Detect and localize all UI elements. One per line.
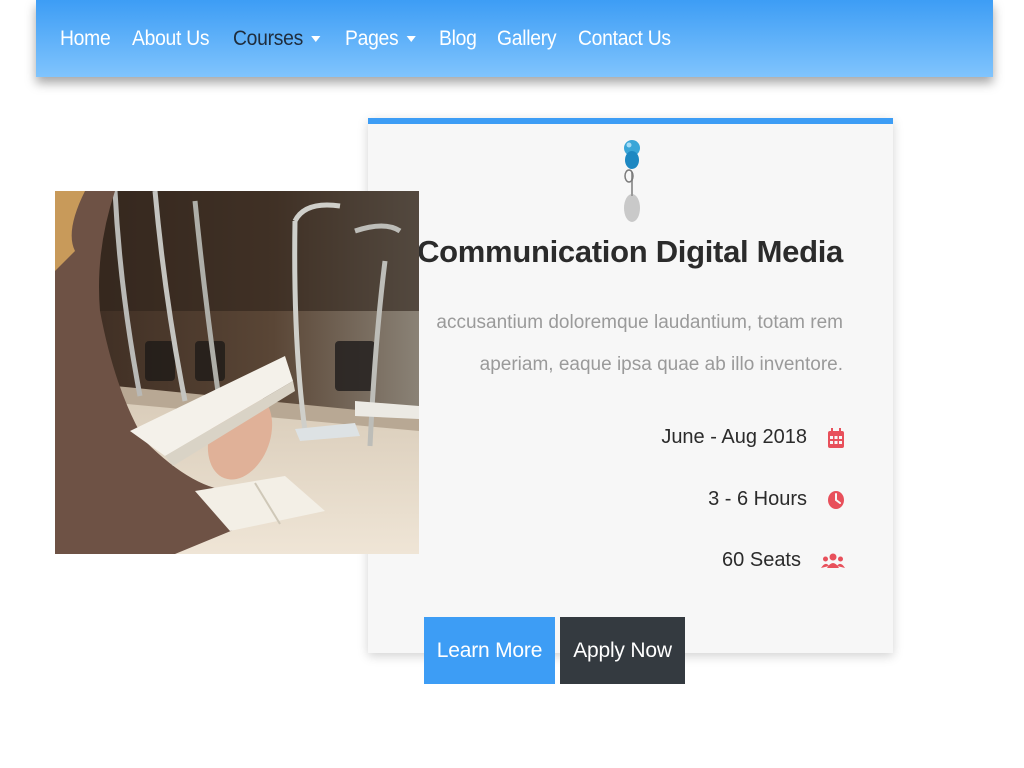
nav-home-label: Home — [60, 26, 111, 50]
clock-icon — [827, 490, 845, 510]
nav-home[interactable]: Home — [60, 26, 111, 51]
apply-now-button[interactable]: Apply Now — [560, 617, 685, 684]
course-card: Communication Digital Media accusantium … — [368, 118, 893, 653]
users-icon — [821, 551, 845, 571]
nav-gallery-label: Gallery — [496, 26, 557, 50]
nav-contact-us[interactable]: Contact Us — [578, 27, 671, 51]
learn-more-button[interactable]: Learn More — [424, 617, 555, 684]
course-duration: 3 - 6 Hours — [708, 488, 807, 510]
main-navbar: Home About Us Courses Pages Blog Gallery… — [36, 0, 993, 77]
nav-blog-label: Blog — [438, 26, 477, 50]
pushpin-icon — [624, 140, 640, 222]
nav-about-us[interactable]: About Us — [131, 26, 210, 51]
course-date-row: June - Aug 2018 — [661, 426, 845, 449]
course-seats: 60 Seats — [722, 549, 801, 571]
chevron-down-icon — [406, 35, 416, 42]
chevron-down-icon — [311, 35, 321, 42]
nav-contact-us-label: Contact Us — [578, 26, 672, 50]
nav-courses-label: Courses — [232, 26, 303, 50]
course-duration-row: 3 - 6 Hours — [708, 488, 845, 511]
calendar-icon — [827, 427, 845, 448]
nav-pages-label: Pages — [344, 26, 399, 50]
nav-about-us-label: About Us — [131, 26, 210, 50]
course-seats-row: 60 Seats — [722, 549, 845, 572]
course-title: Communication Digital Media — [417, 234, 843, 269]
nav-pages[interactable]: Pages — [345, 27, 416, 51]
course-date: June - Aug 2018 — [661, 426, 807, 448]
nav-blog[interactable]: Blog — [439, 27, 477, 51]
nav-gallery[interactable]: Gallery — [496, 26, 557, 51]
course-photo — [55, 191, 419, 554]
nav-courses[interactable]: Courses — [233, 27, 321, 51]
course-description: accusantium doloremque laudantium, totam… — [436, 312, 843, 375]
